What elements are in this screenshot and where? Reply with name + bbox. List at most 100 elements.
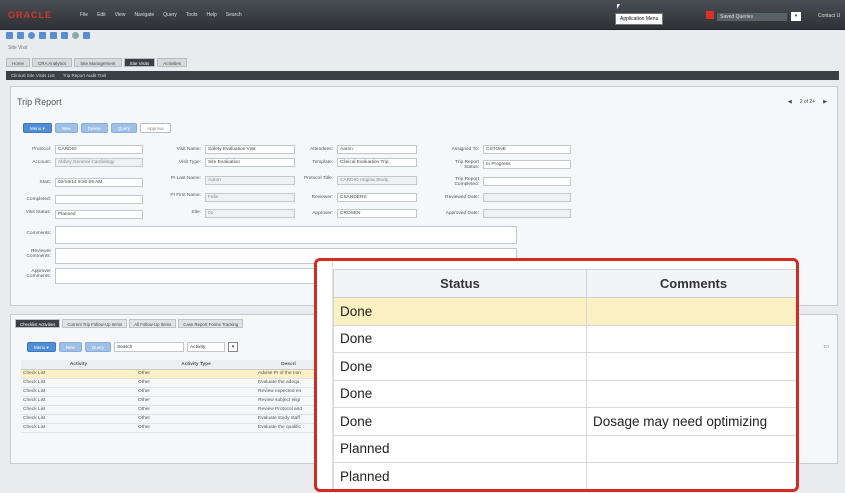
menu-query[interactable]: Query	[163, 12, 177, 18]
tab-crf-tracking[interactable]: Case Report Forms Tracking	[178, 319, 244, 328]
menu-tools[interactable]: Tools	[186, 12, 198, 18]
trip-status-select[interactable]: In Progress	[483, 160, 571, 169]
menu-navigate[interactable]: Navigate	[134, 12, 154, 18]
activities-search-input[interactable]: Search	[114, 342, 185, 352]
menu-file[interactable]: File	[80, 12, 88, 18]
menu-help[interactable]: Help	[206, 12, 216, 18]
cell-comments	[586, 324, 796, 353]
forward-icon[interactable]	[17, 32, 24, 39]
chevron-down-icon[interactable]: ▾	[228, 342, 239, 352]
subnav-audit-trail[interactable]: Trip Report Audit Trail	[63, 73, 106, 78]
activities-table: Activity Activity Type Descri Check List…	[21, 360, 321, 433]
table-row[interactable]: Check List Other Evaluate the qualific	[21, 423, 321, 433]
tab-activities[interactable]: Activities	[157, 58, 188, 67]
pi-first-name-field[interactable]: Felix	[205, 193, 295, 202]
visit-type-select[interactable]: Site Evaluation	[205, 158, 295, 167]
column-activity-type[interactable]: Activity Type	[136, 360, 256, 370]
activities-menu-button[interactable]: Menu ▾	[27, 342, 56, 352]
contact-link[interactable]: Contact U	[818, 13, 840, 19]
breadcrumb: Site Visit	[8, 45, 28, 51]
saved-queries-select[interactable]: Saved Queries	[717, 13, 787, 21]
approver-comments-label: Approver Comments:	[26, 269, 51, 279]
cell-status: Planned	[333, 434, 587, 463]
table-row[interactable]: Done	[333, 297, 796, 326]
comments-field[interactable]	[55, 226, 517, 244]
menu-view[interactable]: View	[115, 12, 126, 18]
table-row[interactable]: Check List Other Review Protocol and	[21, 405, 321, 415]
list-view-icon[interactable]: ▭	[823, 343, 829, 350]
comments-label: Comments:	[26, 231, 51, 236]
pi-last-name-label: PI Last Name:	[170, 176, 201, 181]
protocol-title-field[interactable]: CARDIO Angina Study	[337, 176, 417, 185]
site-field[interactable]: 01	[205, 209, 295, 218]
assigned-to-field[interactable]: CSTONE	[483, 145, 571, 154]
approver-label: Approver:	[312, 211, 333, 216]
cell-activity-type: Other	[136, 396, 256, 406]
cell-activity: Check List	[21, 414, 136, 424]
start-field[interactable]: 02/19/14 8:30:05 AM	[55, 178, 143, 187]
table-row[interactable]: Planned	[333, 462, 796, 489]
template-select[interactable]: Clinical Evaluation Trip	[337, 158, 417, 167]
attendees-field[interactable]: Aaron	[337, 145, 417, 154]
grid-icon[interactable]	[50, 32, 57, 39]
table-row[interactable]: Check List Other Review subject eligi	[21, 396, 321, 406]
reviewed-date-field[interactable]	[483, 193, 571, 202]
cell-description: Review Protocol and	[256, 405, 321, 415]
visit-name-field[interactable]: Safety Evaluation Visit	[205, 145, 295, 154]
cell-activity-type: Other	[136, 405, 256, 415]
visit-status-select[interactable]: Planned	[55, 210, 143, 219]
activities-tabs: Checklist Activities Current Trip Follow…	[15, 319, 244, 328]
attendees-label: Attendees:	[310, 147, 333, 152]
approver-field[interactable]: CROSEN	[337, 209, 417, 218]
trip-completed-field[interactable]	[483, 177, 571, 186]
table-row[interactable]: Done Dosage may need optimizing	[333, 407, 796, 436]
table-row[interactable]: Done	[333, 324, 796, 353]
protocol-field[interactable]: CARDIO	[55, 145, 143, 154]
approved-date-field[interactable]	[483, 209, 571, 218]
table-row[interactable]: Check List Other Review expected en	[21, 387, 321, 397]
pi-last-name-field[interactable]: Aaron	[205, 176, 295, 185]
cell-comments	[586, 434, 796, 463]
document-icon[interactable]	[39, 32, 46, 39]
activities-query-button[interactable]: Query	[84, 342, 112, 352]
column-status[interactable]: Status	[333, 269, 587, 298]
column-activity[interactable]: Activity	[21, 360, 136, 370]
reviewer-label: Reviewer:	[311, 195, 333, 200]
column-description[interactable]: Descri	[256, 360, 321, 370]
table-row[interactable]: Check List Other Evaluate the adequ	[21, 378, 321, 388]
table-row[interactable]: Done	[333, 379, 796, 408]
globe-icon[interactable]	[28, 32, 35, 39]
tab-current-follow-up[interactable]: Current Trip Follow-Up Items	[62, 319, 128, 328]
back-icon[interactable]	[6, 32, 13, 39]
save-icon[interactable]	[61, 32, 68, 39]
table-row[interactable]: Done	[333, 352, 796, 381]
subnav-site-visits-list[interactable]: Clinical Site Visits List	[11, 73, 55, 78]
chevron-down-icon[interactable]: ▾	[791, 12, 801, 21]
tab-cra-analytics[interactable]: CRA Analytics	[32, 58, 73, 67]
visit-status-label: Visit Status:	[25, 210, 51, 215]
account-field[interactable]: Abbey General Cardiology	[55, 158, 143, 167]
menu-edit[interactable]: Edit	[97, 12, 106, 18]
activities-toolbar: Menu ▾ New Query Search Activity ▾	[27, 342, 239, 352]
cell-comments	[586, 352, 796, 381]
column-comments[interactable]: Comments	[586, 269, 796, 298]
tab-checklist-activities[interactable]: Checklist Activities	[15, 319, 61, 328]
menu-search[interactable]: Search	[226, 12, 242, 18]
cell-description: Evaluate the qualific	[256, 423, 321, 433]
table-row[interactable]: Check List Other Evaluate study staff	[21, 414, 321, 424]
completed-field[interactable]	[55, 195, 143, 204]
tab-home[interactable]: Home	[6, 58, 31, 67]
tab-site-visits[interactable]: Site Visits	[123, 58, 156, 67]
table-row[interactable]: Planned	[333, 434, 796, 463]
table-row[interactable]: Check List Other Advise PI of the non	[21, 369, 321, 379]
chart-icon[interactable]	[83, 32, 90, 39]
reviewed-date-label: Reviewed Date:	[445, 195, 479, 200]
reviewer-field[interactable]: CSANDERS	[337, 193, 417, 202]
activities-new-button[interactable]: New	[58, 342, 82, 352]
tab-site-management[interactable]: Site Management	[74, 58, 122, 67]
account-label: Account:	[32, 160, 51, 165]
refresh-icon[interactable]	[72, 32, 79, 39]
tab-all-follow-up[interactable]: All Follow-Up Items	[129, 319, 177, 328]
cell-activity: Check List	[21, 369, 136, 379]
activities-filter-select[interactable]: Activity	[187, 342, 226, 352]
